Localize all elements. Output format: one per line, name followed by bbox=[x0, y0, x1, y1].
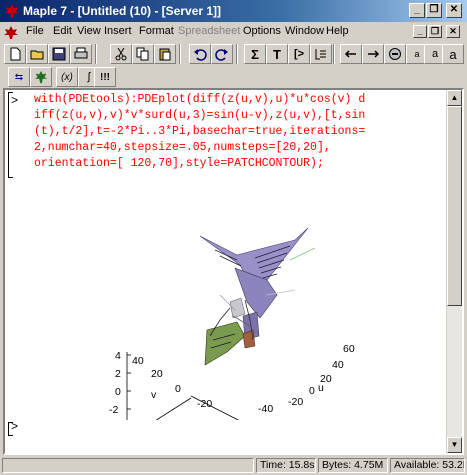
menu-window[interactable]: Window bbox=[285, 25, 324, 37]
minimize-button[interactable]: _ bbox=[409, 3, 425, 18]
plot-axis-labels: 40 20 0 -20 v 60 40 20 0 -20 -40 u bbox=[132, 343, 355, 415]
integral-icon: ∫ bbox=[87, 71, 91, 83]
vertical-scrollbar[interactable]: ▲ ▼ bbox=[446, 90, 462, 453]
main-toolbar: Σ T [> a a a bbox=[0, 42, 467, 66]
menu-help[interactable]: Help bbox=[326, 25, 349, 37]
window-title: Maple 7 - [Untitled (10) - [Server 1]] bbox=[23, 4, 222, 18]
v-tick-label: -20 bbox=[197, 398, 212, 410]
sigma-icon: Σ bbox=[251, 46, 259, 62]
execute-icon: !!! bbox=[100, 71, 110, 83]
u-tick-label: 40 bbox=[332, 359, 344, 371]
restore-button[interactable]: ❐ bbox=[426, 3, 442, 18]
maple-leaf-icon bbox=[34, 70, 48, 84]
open-icon bbox=[30, 50, 44, 60]
math-input-button[interactable]: Σ bbox=[244, 44, 266, 64]
save-button[interactable] bbox=[48, 44, 70, 64]
u-tick-label: 0 bbox=[309, 385, 315, 397]
v-tick-label: 40 bbox=[132, 355, 144, 367]
toggle-input-button[interactable]: ⇆ bbox=[8, 67, 30, 87]
zoom-100-icon: a bbox=[414, 49, 420, 59]
status-time: Time: 15.8s bbox=[256, 458, 316, 473]
v-tick-label: 0 bbox=[175, 383, 181, 395]
redo-icon bbox=[215, 49, 228, 61]
scroll-down-button[interactable]: ▼ bbox=[447, 437, 462, 453]
document-icon[interactable] bbox=[3, 24, 19, 40]
forward-icon bbox=[368, 50, 380, 58]
redo-button[interactable] bbox=[211, 44, 233, 64]
text-T-icon: T bbox=[273, 46, 281, 62]
menu-insert[interactable]: Insert bbox=[104, 25, 132, 37]
status-bytes: Bytes: 4.75M bbox=[318, 458, 388, 473]
outdent-icon bbox=[344, 50, 356, 58]
zoom-200-button[interactable]: a bbox=[442, 44, 464, 64]
new-doc-icon bbox=[10, 47, 21, 61]
new-doc-button[interactable] bbox=[4, 44, 26, 64]
scroll-thumb[interactable] bbox=[447, 106, 462, 306]
stop-button[interactable] bbox=[384, 44, 406, 64]
input-prompt[interactable]: > bbox=[11, 420, 18, 434]
copy-button[interactable] bbox=[132, 44, 154, 64]
menu-view[interactable]: View bbox=[77, 25, 101, 37]
save-icon bbox=[52, 47, 66, 61]
title-bar[interactable]: Maple 7 - [Untitled (10) - [Server 1]] _… bbox=[0, 0, 467, 22]
toolbar-separator bbox=[95, 44, 97, 64]
function-icon: (x) bbox=[61, 71, 73, 83]
swap-icon: ⇆ bbox=[14, 71, 24, 83]
menu-spreadsheet[interactable]: Spreadsheet bbox=[178, 25, 240, 37]
v-tick-label: 20 bbox=[151, 368, 163, 380]
menu-bar: File Edit View Insert Format Spreadsheet… bbox=[0, 22, 467, 42]
stop-icon bbox=[389, 48, 401, 60]
execute-all-button[interactable]: !!! bbox=[94, 67, 116, 87]
prompt-icon: [> bbox=[293, 48, 305, 60]
u-tick-label: -20 bbox=[288, 396, 303, 408]
close-button[interactable]: ✕ bbox=[446, 3, 462, 18]
toolbar-separator bbox=[333, 44, 335, 64]
menu-file[interactable]: File bbox=[26, 25, 44, 37]
doc-restore-button[interactable]: ❐ bbox=[428, 25, 442, 38]
undo-icon bbox=[194, 49, 207, 61]
outdent-button[interactable] bbox=[340, 44, 362, 64]
maple-leaf-icon bbox=[5, 4, 19, 18]
worksheet[interactable]: > with(PDEtools):PDEplot(diff(z(u,v),u)*… bbox=[3, 88, 464, 455]
undo-button[interactable] bbox=[189, 44, 211, 64]
open-button[interactable] bbox=[26, 44, 48, 64]
toolbar-separator bbox=[236, 44, 238, 64]
u-tick-label: 60 bbox=[343, 343, 355, 355]
v-axis-label: v bbox=[151, 389, 157, 401]
menu-edit[interactable]: Edit bbox=[53, 25, 72, 37]
status-message bbox=[2, 458, 254, 473]
indent-button[interactable] bbox=[310, 44, 332, 64]
status-bar: Time: 15.8s Bytes: 4.75M Available: 53.2… bbox=[0, 456, 467, 475]
cut-button[interactable] bbox=[110, 44, 132, 64]
text-input-button[interactable]: T bbox=[266, 44, 288, 64]
toolbar-separator bbox=[179, 44, 181, 64]
copy-icon bbox=[136, 47, 149, 61]
u-axis-label: u bbox=[318, 382, 324, 394]
status-available: Available: 53.2M bbox=[390, 458, 465, 473]
paste-icon bbox=[159, 48, 171, 61]
u-tick-label: -40 bbox=[258, 403, 273, 415]
insert-prompt-button[interactable]: [> bbox=[288, 44, 310, 64]
doc-minimize-button[interactable]: _ bbox=[413, 25, 427, 38]
menu-options[interactable]: Options bbox=[243, 25, 281, 37]
doc-close-button[interactable]: ✕ bbox=[446, 25, 460, 38]
print-icon bbox=[74, 47, 88, 59]
print-button[interactable] bbox=[70, 44, 92, 64]
scroll-up-button[interactable]: ▲ bbox=[447, 90, 462, 106]
cut-icon bbox=[115, 47, 127, 61]
forward-button[interactable] bbox=[362, 44, 384, 64]
indent-icon bbox=[315, 49, 326, 60]
evaluate-button[interactable]: (x) bbox=[56, 67, 78, 87]
maple-leaf-button[interactable] bbox=[30, 67, 52, 87]
zoom-200-icon: a bbox=[449, 46, 457, 62]
zoom-150-icon: a bbox=[431, 48, 439, 60]
menu-format[interactable]: Format bbox=[139, 25, 174, 37]
context-toolbar: ⇆ (x) ∫ !!! bbox=[0, 66, 467, 88]
paste-button[interactable] bbox=[154, 44, 176, 64]
